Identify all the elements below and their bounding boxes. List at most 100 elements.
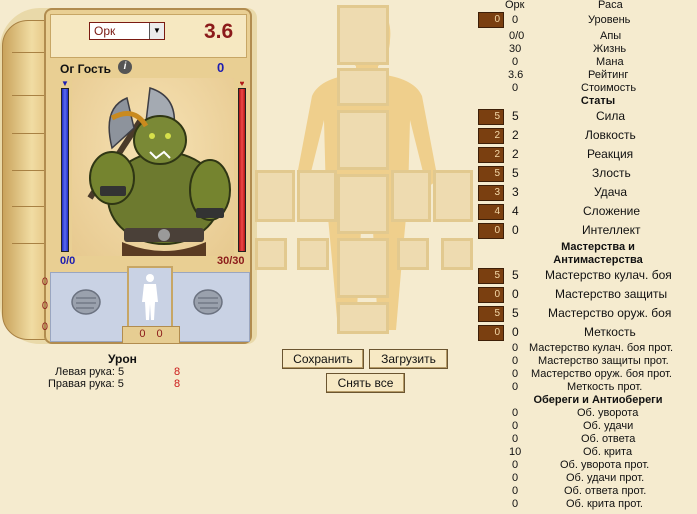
mastery-section-title: Мастерства и [561,241,635,253]
charm-value: 0 [512,420,519,432]
charm-value: 0 [512,472,519,484]
stat-input[interactable]: 2 [478,147,504,163]
remove-all-button[interactable]: Снять все [326,373,405,393]
side-counter: 0 [41,321,48,333]
armor-slot[interactable] [337,110,389,170]
race-select[interactable]: Орк ▼ [89,22,165,40]
stat-input[interactable]: 5 [478,109,504,125]
antimastery-value: 0 [512,368,519,380]
chevron-down-icon[interactable]: ▼ [149,23,164,39]
race-label: Раса [598,0,623,11]
charm-value: 10 [509,446,522,458]
mastery-section-subtitle: Антимастерства [553,254,643,266]
stat-label: Реакция [587,147,634,161]
info-icon[interactable]: i [118,60,132,74]
mastery-label: Мастерство оруж. боя [548,306,672,320]
mana-value: 30/30 [217,255,245,267]
right-fist-icon[interactable] [184,278,232,326]
base-label: Стоимость [581,82,637,94]
ring-slot[interactable] [255,238,287,270]
rating-value: 3.6 [204,20,234,43]
charm-label: Об. крита [583,446,633,458]
side-counter: 0 [41,300,48,312]
ring-slot[interactable] [397,238,429,270]
base-value: 0 [512,82,519,94]
mastery-label: Мастерство защиты [555,287,668,301]
damage-title: Урон [108,352,137,366]
body-silhouette-icon [142,274,158,320]
stat-label: Интеллект [582,223,641,237]
stat-input[interactable]: 5 [478,166,504,182]
orc-portrait [72,78,234,256]
stat-input[interactable]: 4 [478,204,504,220]
base-label: Мана [596,56,624,68]
hp-bar-cap-icon: ▼ [61,79,69,88]
mastery-input[interactable]: 5 [478,268,504,284]
antimastery-value: 0 [512,342,519,354]
stat-value: 3 [512,185,519,199]
charm-value: 0 [512,459,519,471]
stat-value: 2 [512,128,519,142]
left-fist-icon[interactable] [62,278,110,326]
load-button[interactable]: Загрузить [369,349,448,369]
charm-value: 0 [512,498,519,510]
right-glove-slot[interactable] [433,170,473,222]
hp-bar [61,88,69,252]
mastery-input[interactable]: 5 [478,306,504,322]
stat-input[interactable]: 0 [478,223,504,239]
mastery-label: Мастерство кулач. боя [545,268,672,282]
stat-input[interactable]: 3 [478,185,504,201]
level-input[interactable]: 0 [478,12,504,28]
antimastery-value: 0 [512,381,519,393]
left-hand-damage-label: Левая рука: 5 [55,366,125,378]
stat-value: 0 [512,223,519,237]
left-glove-slot[interactable] [255,170,295,222]
antimastery-label: Мастерство оруж. боя прот. [531,368,672,380]
base-value: 0/0 [509,30,525,42]
slot-counters: 0 0 [122,326,180,344]
charm-label: Об. уворота прот. [560,459,650,471]
base-value: 30 [509,43,522,55]
legs-slot[interactable] [337,238,389,298]
antimastery-value: 0 [512,355,519,367]
charm-label: Об. ответа [581,433,636,445]
level-value: 0 [217,60,225,75]
stat-value: 5 [512,166,519,180]
stat-label: Ловкость [585,128,636,142]
character-name: Ог Гость [60,62,111,76]
level-row-label: Уровень [588,14,631,26]
boots-slot[interactable] [337,302,389,334]
stat-value: 2 [512,147,519,161]
stats-section-title: Статы [580,95,616,107]
base-label: Апы [600,30,622,42]
ring-slot[interactable] [297,238,329,270]
left-weapon-slot[interactable] [297,170,337,222]
stat-value: 4 [512,204,519,218]
charm-value: 0 [512,407,519,419]
stat-label: Злость [592,166,631,180]
charm-label: Об. уворота [577,407,639,419]
hp-value: 0/0 [60,255,76,267]
stat-value: 5 [512,109,519,123]
stat-input[interactable]: 2 [478,128,504,144]
amulet-slot[interactable] [337,68,389,106]
belt-slot[interactable] [337,174,389,234]
race-column-header: Орк [505,0,525,11]
mastery-input[interactable]: 0 [478,325,504,341]
ring-slot[interactable] [441,238,473,270]
right-weapon-slot[interactable] [391,170,431,222]
antimastery-label: Мастерство защиты прот. [538,355,669,367]
stat-label: Сложение [583,204,641,218]
body-armor-slot[interactable] [127,266,173,330]
mastery-input[interactable]: 0 [478,287,504,303]
helmet-slot[interactable] [337,5,389,65]
charm-label: Об. удачи прот. [566,472,645,484]
antimastery-label: Меткость прот. [567,381,643,393]
mastery-value: 0 [512,287,519,301]
base-label: Рейтинг [588,69,629,81]
charm-value: 0 [512,485,519,497]
save-button[interactable]: Сохранить [282,349,364,369]
stat-label: Сила [596,109,626,123]
left-hand-damage-value: 8 [174,366,181,378]
level-row-value: 0 [512,14,519,26]
